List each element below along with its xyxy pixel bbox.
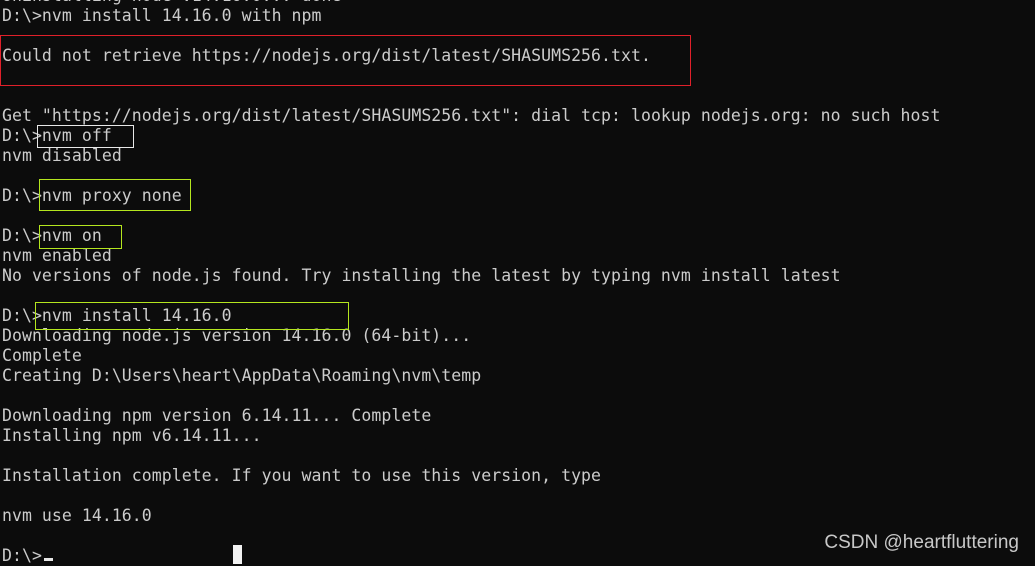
terminal-line: Complete xyxy=(2,346,82,365)
nvm-on-highlight-box xyxy=(39,225,122,249)
terminal-line: D:\>nvm install 14.16.0 with npm xyxy=(2,6,322,25)
nvm-install-highlight-box xyxy=(35,302,349,330)
terminal-line: nvm use 14.16.0 xyxy=(2,506,152,525)
terminal-line: nvm disabled xyxy=(2,146,122,165)
terminal-line: Installing npm v6.14.11... xyxy=(2,426,262,445)
terminal-line: No versions of node.js found. Try instal… xyxy=(2,266,841,285)
terminal-line: D:\> xyxy=(2,546,42,565)
text-caret-block xyxy=(233,545,242,564)
terminal-line: Installation complete. If you want to us… xyxy=(2,466,602,485)
watermark: CSDN @heartfluttering xyxy=(824,532,1019,553)
terminal-line: Downloading npm version 6.14.11... Compl… xyxy=(2,406,432,425)
nvm-proxy-highlight-box xyxy=(39,179,191,211)
terminal-line: Creating D:\Users\heart\AppData\Roaming\… xyxy=(2,366,482,385)
terminal-line: Get "https://nodejs.org/dist/latest/SHAS… xyxy=(2,106,941,125)
nvm-off-highlight-box xyxy=(37,125,134,148)
terminal-line: nvm enabled xyxy=(2,246,112,265)
terminal-cursor xyxy=(44,558,53,561)
error-highlight-box xyxy=(0,35,691,86)
